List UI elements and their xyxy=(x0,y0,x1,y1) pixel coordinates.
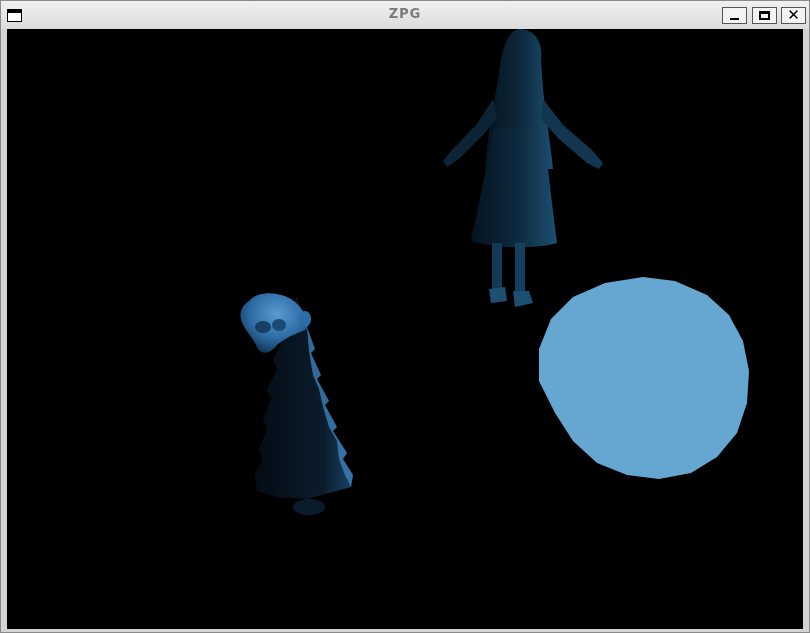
close-icon: ✕ xyxy=(787,6,800,24)
scene-canvas xyxy=(240,29,749,515)
sphere xyxy=(539,277,749,479)
minimize-button[interactable] xyxy=(722,7,747,24)
render-viewport[interactable] xyxy=(7,29,803,629)
maximize-icon xyxy=(759,11,770,20)
maximize-button[interactable] xyxy=(752,7,777,24)
window-title: ZPG xyxy=(388,7,422,22)
app-window: ZPG ✕ xyxy=(0,0,810,633)
girl-figure xyxy=(443,29,603,307)
title-bar[interactable]: ZPG ✕ xyxy=(1,1,809,29)
close-button[interactable]: ✕ xyxy=(781,7,806,24)
minimize-icon xyxy=(730,17,739,20)
